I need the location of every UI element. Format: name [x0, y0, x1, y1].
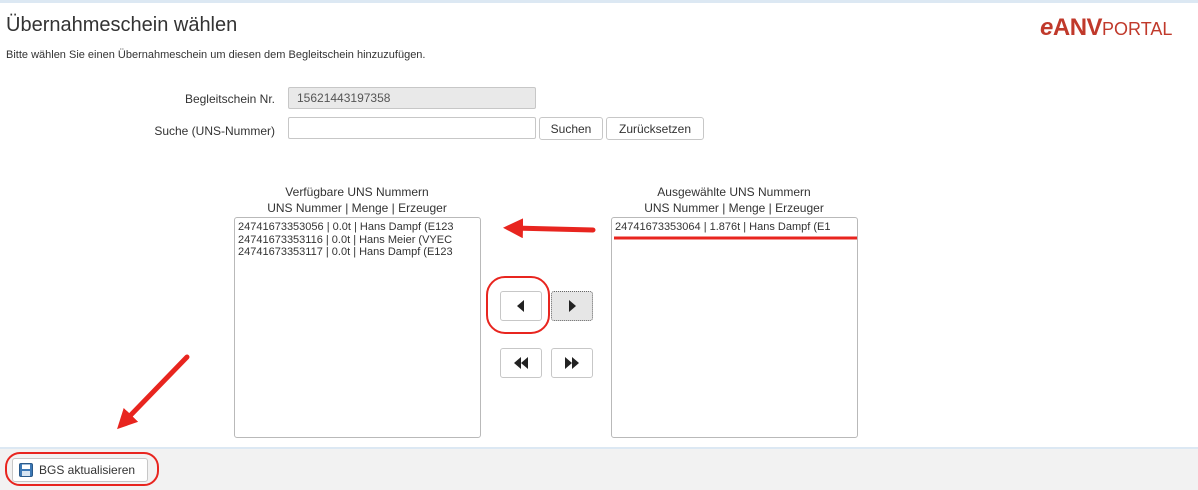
floppy-disk-icon — [19, 463, 33, 477]
top-accent-line — [0, 0, 1198, 3]
suchen-button[interactable]: Suchen — [539, 117, 603, 140]
selected-list[interactable]: 24741673353064 | 1.876t | Hans Dampf (E1 — [611, 217, 858, 438]
begleitschein-label: Begleitschein Nr. — [184, 92, 275, 106]
logo-anv: ANV — [1052, 14, 1103, 41]
annotation-overlay — [5, 218, 857, 486]
triangle-left-icon — [517, 300, 524, 312]
annotation-arrow-list — [503, 218, 596, 239]
page-subtitle: Bitte wählen Sie einen Übernahmeschein u… — [6, 49, 426, 61]
double-triangle-right-icon — [565, 357, 579, 369]
bgs-aktualisieren-label: BGS aktualisieren — [39, 463, 136, 477]
available-title: Verfügbare UNS Nummern — [285, 185, 429, 199]
suche-label: Suche (UNS-Nummer) — [154, 124, 275, 138]
list-item[interactable]: 24741673353116 | 0.0t | Hans Meier (VYEC — [238, 234, 477, 247]
selected-title: Ausgewählte UNS Nummern — [657, 185, 811, 199]
logo-portal: PORTAL — [1102, 19, 1173, 39]
bgs-aktualisieren-button[interactable]: BGS aktualisieren — [12, 458, 148, 482]
move-left-button[interactable] — [500, 291, 542, 321]
move-right-button[interactable] — [551, 291, 593, 321]
available-list[interactable]: 24741673353056 | 0.0t | Hans Dampf (E123… — [234, 217, 481, 438]
available-header: UNS Nummer | Menge | Erzeuger — [267, 201, 447, 215]
move-all-left-button[interactable] — [500, 348, 542, 378]
begleitschein-field[interactable] — [288, 87, 536, 109]
triangle-right-icon — [569, 300, 576, 312]
zuruecksetzen-button[interactable]: Zurücksetzen — [606, 117, 704, 140]
list-item[interactable]: 24741673353056 | 0.0t | Hans Dampf (E123 — [238, 221, 477, 234]
footer-bar — [0, 447, 1198, 490]
list-item[interactable]: 24741673353117 | 0.0t | Hans Dampf (E123 — [238, 246, 477, 259]
eanv-portal-logo: eANVPORTAL — [1040, 14, 1172, 42]
annotation-arrow-footer — [117, 354, 190, 430]
list-item[interactable]: 24741673353064 | 1.876t | Hans Dampf (E1 — [615, 221, 854, 234]
double-triangle-left-icon — [514, 357, 528, 369]
page-title: Übernahmeschein wählen — [6, 14, 238, 36]
move-all-right-button[interactable] — [551, 348, 593, 378]
logo-e: e — [1040, 14, 1053, 41]
selected-header: UNS Nummer | Menge | Erzeuger — [644, 201, 824, 215]
suche-input[interactable] — [288, 117, 536, 139]
